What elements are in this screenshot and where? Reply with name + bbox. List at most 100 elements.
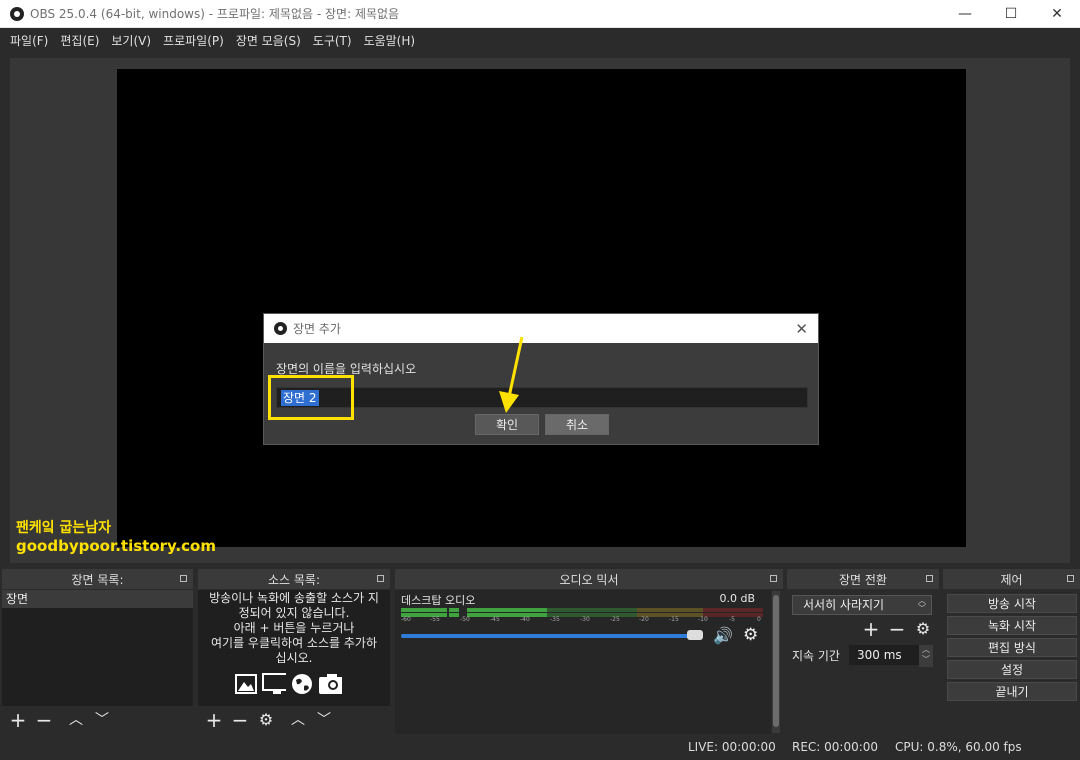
remove-icon[interactable]: − [230,710,250,730]
message-line: 방송이나 녹화에 송출할 소스가 지 [209,591,379,605]
menu-file[interactable]: 파일(F) [4,32,54,49]
gear-icon[interactable]: ⚙ [913,619,933,639]
dialog-close-icon[interactable]: ✕ [795,320,808,338]
add-icon[interactable]: + [204,710,224,730]
channel-db: 0.0 dB [719,592,755,605]
scenes-dock-header: 장면 목록: [2,569,193,589]
maximize-button[interactable]: ☐ [988,0,1034,28]
scenes-toolbar: + − ︿ ﹀ [2,706,193,734]
tick-label: -45 [490,616,500,623]
duration-label: 지속 기간 [792,649,840,663]
float-icon[interactable] [926,575,933,582]
menu-help[interactable]: 도움말(H) [358,32,422,49]
watermark-url: goodbypoor.tistory.com [16,537,216,555]
controls-dock: 제어 방송 시작 녹화 시작 편집 방식 설정 끝내기 [943,569,1080,734]
tick-label: -20 [639,616,649,623]
scene-name-input[interactable]: 장면 2 [276,387,808,408]
scene-transitions-dock: 장면 전환 서서히 사라지기 ︿ ﹀ + − ⚙ 지속 기간 300 ms ︿ ﹀ [787,569,939,734]
menu-tools[interactable]: 도구(T) [307,32,358,49]
sources-dock-title: 소스 목록: [267,572,321,587]
transition-select[interactable]: 서서히 사라지기 ︿ ﹀ [792,595,932,615]
duration-spin-icon[interactable]: ︿ ﹀ [919,645,933,667]
menu-scene-collection[interactable]: 장면 모음(S) [230,32,307,49]
spin-arrows-icon: ︿ ﹀ [918,596,926,613]
message-line: 여기를 우클릭하여 소스를 추가하 [210,636,377,650]
gear-icon[interactable]: ⚙ [256,710,276,730]
cancel-button[interactable]: 취소 [545,414,609,435]
move-up-icon[interactable]: ︿ [66,710,86,730]
move-down-icon[interactable]: ﹀ [314,710,334,730]
watermark-title: 팬케잌 굽는남자 [16,520,112,536]
settings-button[interactable]: 설정 [947,660,1077,679]
level-meter [401,608,765,612]
tick-label: -30 [580,616,590,623]
transitions-dock-title: 장면 전환 [839,572,887,587]
move-down-icon[interactable]: ﹀ [92,710,112,730]
tick-label: -50 [460,616,470,623]
annotation-highlight-box [268,375,354,420]
sources-list[interactable]: 방송이나 녹화에 송출할 소스가 지 정되어 있지 않습니다. 아래 + 버튼을… [198,590,390,706]
cpu-status: CPU: 0.8%, 60.00 fps [895,740,1022,754]
camera-icon [319,674,342,694]
transitions-dock-header: 장면 전환 [787,569,939,589]
menu-bar: 파일(F) 편집(E) 보기(V) 프로파일(P) 장면 모음(S) 도구(T)… [0,28,1080,52]
start-streaming-button[interactable]: 방송 시작 [947,594,1077,613]
mixer-dock-header: 오디오 믹서 [395,569,783,589]
float-icon[interactable] [377,575,384,582]
move-up-icon[interactable]: ︿ [288,710,308,730]
channel-name: 데스크탑 오디오 [401,594,476,607]
float-icon[interactable] [180,575,187,582]
tick-label: 0 [757,616,761,623]
gear-icon[interactable]: ⚙ [743,625,758,645]
tick-label: -10 [698,616,708,623]
transition-toolbar: + − ⚙ [861,619,933,639]
mixer-dock-title: 오디오 믹서 [559,572,619,587]
dialog-title-bar: 장면 추가 ✕ [264,314,818,343]
meter-ticks: -60 -55 -50 -45 -40 -35 -30 -25 -20 -15 … [401,616,765,624]
controls-dock-title: 제어 [1000,572,1023,587]
obs-logo-icon [274,322,287,335]
menu-profile[interactable]: 프로파일(P) [157,32,230,49]
float-icon[interactable] [770,575,777,582]
scenes-dock: 장면 목록: 장면 + − ︿ ﹀ [2,569,193,734]
tick-label: -15 [669,616,679,623]
annotation-arrow-icon [499,336,524,413]
studio-mode-button[interactable]: 편집 방식 [947,638,1077,657]
list-item[interactable]: 장면 [2,590,193,608]
scenes-list[interactable]: 장면 [2,590,193,706]
rec-time: REC: 00:00:00 [792,740,879,754]
remove-icon[interactable]: − [887,619,907,639]
monitor-icon [262,673,286,694]
speaker-icon[interactable]: 🔊 [713,626,733,645]
source-type-icons [234,672,342,696]
scenes-dock-title: 장면 목록: [71,572,124,587]
tick-label: -55 [430,616,440,623]
sources-toolbar: + − ⚙ ︿ ﹀ [198,706,390,734]
volume-slider-handle[interactable] [687,630,703,640]
message-line: 십시오. [275,651,313,665]
live-time: LIVE: 00:00:00 [688,740,776,754]
minimize-button[interactable]: — [942,0,988,28]
add-icon[interactable]: + [8,710,28,730]
tick-label: -35 [550,616,560,623]
remove-icon[interactable]: − [34,710,54,730]
tick-label: -60 [401,616,411,623]
obs-logo-icon [10,6,24,21]
message-line: 정되어 있지 않습니다. [238,606,350,620]
float-icon[interactable] [1067,575,1074,582]
menu-edit[interactable]: 편집(E) [54,32,105,49]
sources-dock: 소스 목록: 방송이나 녹화에 송출할 소스가 지 정되어 있지 않습니다. 아… [198,569,390,734]
dialog-title: 장면 추가 [293,322,341,336]
close-button[interactable]: ✕ [1034,0,1080,28]
start-recording-button[interactable]: 녹화 시작 [947,616,1077,635]
menu-view[interactable]: 보기(V) [105,32,157,49]
mixer-scrollbar[interactable] [772,591,780,733]
message-line: 아래 + 버튼을 누르거나 [233,621,355,635]
duration-input[interactable]: 300 ms [849,645,919,665]
add-icon[interactable]: + [861,619,881,639]
preview-canvas[interactable] [117,69,966,547]
volume-slider[interactable] [401,634,701,638]
ok-button[interactable]: 확인 [475,414,539,435]
exit-button[interactable]: 끝내기 [947,682,1077,701]
status-bar: LIVE: 00:00:00 REC: 00:00:00 CPU: 0.8%, … [0,735,1080,760]
